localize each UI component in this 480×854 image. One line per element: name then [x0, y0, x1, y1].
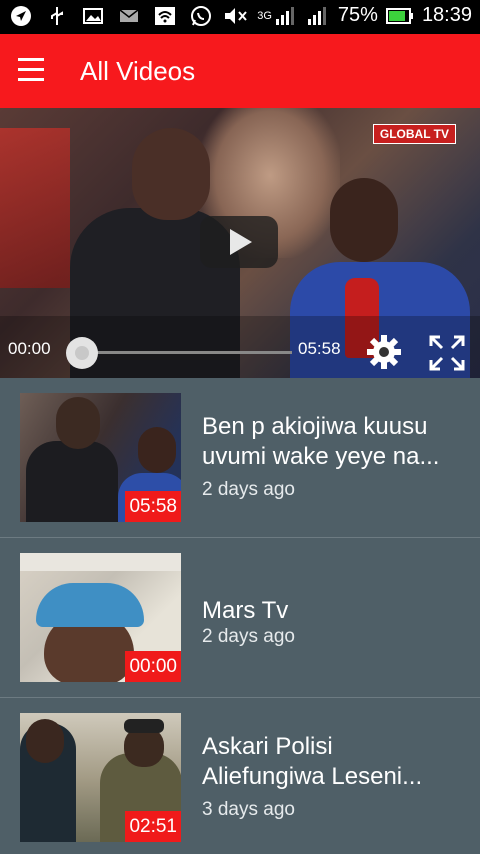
seek-bar[interactable] [82, 351, 292, 354]
video-age: 2 days ago [202, 626, 295, 647]
player-controls: 00:00 05:58 [0, 316, 480, 378]
video-player[interactable]: GLOBAL TV 00:00 05:58 [0, 108, 480, 378]
battery-icon [385, 7, 413, 24]
video-title: Mars Tv [202, 597, 289, 624]
mail-icon [119, 9, 139, 22]
clock: 18:39 [421, 4, 472, 26]
list-item[interactable]: 05:58 Ben p akiojiwa kuusu uvumi wake ye… [0, 378, 480, 538]
network-type: 3G [257, 9, 272, 22]
video-thumbnail[interactable]: 00:00 [20, 553, 181, 682]
video-list: 05:58 Ben p akiojiwa kuusu uvumi wake ye… [0, 378, 480, 854]
channel-logo: GLOBAL TV [372, 124, 456, 144]
signal-icon [275, 6, 294, 25]
signal-icon-2 [307, 6, 326, 25]
whatsapp-icon [191, 6, 211, 26]
wifi-icon [155, 7, 175, 25]
page-title: All Videos [80, 56, 196, 86]
video-title: Askari Polisi Aliefungiwa Leseni... [202, 733, 423, 790]
navigation-icon [11, 6, 31, 26]
play-icon[interactable] [200, 216, 278, 268]
seek-thumb[interactable] [66, 337, 98, 369]
total-time: 05:58 [298, 339, 341, 358]
video-title: Ben p akiojiwa kuusu uvumi wake yeye na.… [202, 413, 440, 470]
current-time: 00:00 [8, 339, 51, 358]
hamburger-menu-icon[interactable] [18, 58, 56, 86]
settings-gear-icon[interactable] [366, 334, 402, 370]
usb-icon [51, 7, 63, 25]
battery-percent: 75% [337, 4, 378, 26]
video-thumbnail[interactable]: 02:51 [20, 713, 181, 842]
list-item[interactable]: 02:51 Askari Polisi Aliefungiwa Leseni..… [0, 698, 480, 854]
mute-icon [225, 7, 247, 24]
video-age: 2 days ago [202, 479, 295, 500]
duration-badge: 00:00 [125, 651, 181, 682]
duration-badge: 02:51 [125, 811, 181, 842]
status-bar: 3G 75% 18:39 [0, 0, 480, 34]
app-bar: All Videos [0, 34, 480, 108]
fullscreen-icon[interactable] [428, 334, 466, 372]
video-thumbnail[interactable]: 05:58 [20, 393, 181, 522]
video-background [0, 128, 70, 288]
image-icon [83, 8, 103, 24]
list-item[interactable]: 00:00 Mars Tv 2 days ago [0, 538, 480, 698]
video-age: 3 days ago [202, 799, 295, 820]
duration-badge: 05:58 [125, 491, 181, 522]
